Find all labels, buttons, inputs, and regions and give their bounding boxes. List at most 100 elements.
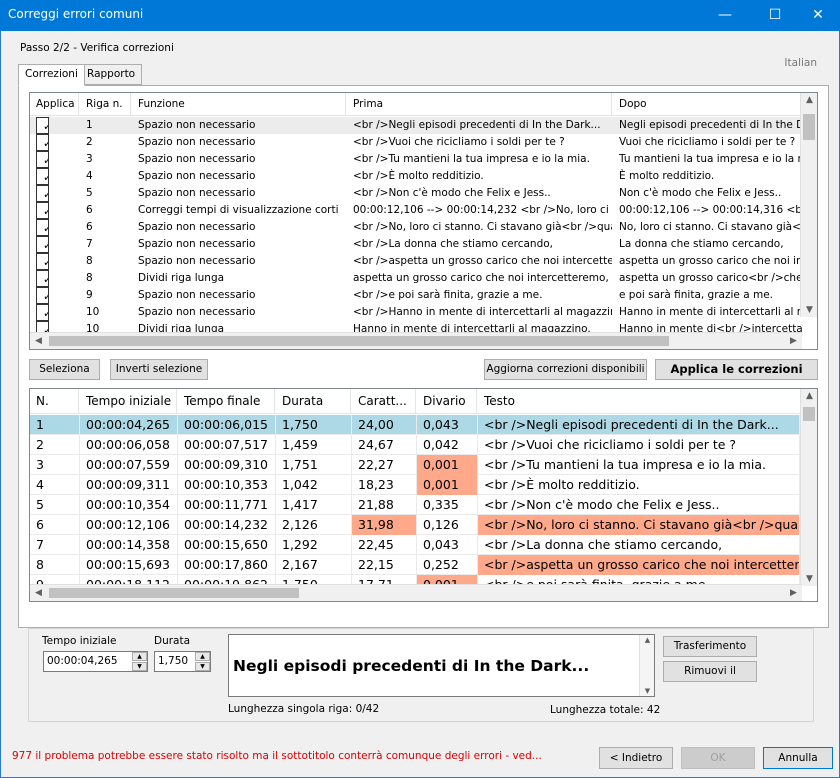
spin-up-icon[interactable]: ▲	[195, 652, 210, 661]
fix-row[interactable]: ✓ 6 Spazio non necessario <br />No, loro ci…	[30, 219, 802, 236]
subtitle-cell-start: 00:00:06,058	[80, 435, 178, 455]
spin-down-icon[interactable]: ▼	[195, 662, 210, 671]
fix-row[interactable]: ✓ 7 Spazio non necessario <br />La donna ch…	[30, 236, 802, 253]
fix-row[interactable]: ✓ 9 Spazio non necessario <br />e poi sarà …	[30, 287, 802, 304]
fix-cell-before: <br />Hanno in mente di intercettarli al…	[353, 306, 612, 318]
col-gap[interactable]: Divario	[417, 389, 477, 414]
col-prima[interactable]: Prima	[347, 93, 612, 116]
fix-cell-after: È molto redditizio.	[619, 170, 715, 182]
fix-cell-line: 5	[86, 187, 93, 199]
apply-checkbox[interactable]: ✓	[36, 151, 49, 168]
apply-fixes-button[interactable]: Applica le correzioni	[655, 359, 818, 380]
scroll-right-icon[interactable]: ▶	[785, 336, 802, 346]
scroll-down-icon[interactable]: ▼	[801, 574, 817, 584]
subtitle-cell-n: 1	[30, 415, 80, 435]
fix-row[interactable]: ✓ 1 Spazio non necessario <br />Negli episo…	[30, 117, 802, 134]
maximize-button[interactable]: ☐	[752, 0, 798, 31]
cancel-button[interactable]: Annulla	[763, 747, 833, 769]
subtitle-row[interactable]: 2 00:00:06,058 00:00:07,517 1,459 24,67 0,042…	[30, 435, 800, 455]
fix-row[interactable]: ✓ 8 Dividi riga lunga aspetta un grosso car…	[30, 270, 802, 287]
subtitle-cell-gap: 0,335	[417, 495, 478, 515]
tab-rapporto[interactable]: Rapporto	[80, 64, 143, 85]
col-riga[interactable]: Riga n.	[80, 93, 131, 116]
fix-row[interactable]: ✓ 4 Spazio non necessario <br />È molto red…	[30, 168, 802, 185]
tab-correzioni[interactable]: Correzioni	[18, 64, 85, 86]
subtitle-cell-start: 00:00:09,311	[80, 475, 178, 495]
subtitle-cell-chars: 22,27	[352, 455, 417, 475]
col-start-time[interactable]: Tempo iniziale	[80, 389, 177, 414]
scroll-up-icon[interactable]: ▲	[801, 95, 817, 105]
duration-input[interactable]: 1,750 ▲ ▼	[154, 651, 211, 672]
scroll-up-icon[interactable]: ▲	[640, 636, 655, 644]
col-number[interactable]: N.	[30, 389, 79, 414]
scroll-right-icon[interactable]: ▶	[785, 588, 802, 598]
apply-checkbox[interactable]: ✓	[36, 236, 49, 253]
spin-up-icon[interactable]: ▲	[132, 652, 147, 661]
fix-row[interactable]: ✓ 2 Spazio non necessario <br />Vuoi che ri…	[30, 134, 802, 151]
subtitle-row[interactable]: 6 00:00:12,106 00:00:14,232 2,126 31,98 0,126…	[30, 515, 800, 535]
subtitle-cell-end: 00:00:06,015	[178, 415, 276, 435]
col-chars[interactable]: Caratt...	[352, 389, 416, 414]
fix-row[interactable]: ✓ 8 Spazio non necessario <br />aspetta un …	[30, 253, 802, 270]
select-button[interactable]: Seleziona	[29, 359, 100, 380]
scroll-left-icon[interactable]: ◀	[30, 588, 47, 598]
subtitle-row[interactable]: 3 00:00:07,559 00:00:09,310 1,751 22,27 0,001…	[30, 455, 800, 475]
remove-button[interactable]: Rimuovi il	[663, 661, 757, 682]
fix-row[interactable]: ✓ 6 Correggi tempi di visualizzazione cort…	[30, 202, 802, 219]
scroll-left-icon[interactable]: ◀	[30, 336, 47, 346]
scroll-thumb[interactable]	[803, 407, 815, 421]
fix-row[interactable]: ✓ 3 Spazio non necessario <br />Tu mantieni…	[30, 151, 802, 168]
transfer-button[interactable]: Trasferimento	[663, 636, 757, 657]
subtitle-text-editor[interactable]: Negli episodi precedenti di In the Dark.…	[228, 634, 655, 697]
col-text[interactable]: Testo	[478, 389, 800, 414]
scroll-down-icon[interactable]: ▼	[801, 305, 817, 315]
col-dopo[interactable]: Dopo	[613, 93, 802, 116]
apply-checkbox[interactable]: ✓	[36, 270, 49, 287]
fix-cell-after: aspetta un grosso carico che noi inter	[619, 255, 802, 267]
invert-selection-button[interactable]: Inverti selezione	[110, 359, 208, 380]
apply-checkbox[interactable]: ✓	[36, 185, 49, 202]
fix-row[interactable]: ✓ 10 Spazio non necessario <br />Hanno in m…	[30, 304, 802, 321]
apply-checkbox[interactable]: ✓	[36, 219, 49, 236]
apply-checkbox[interactable]: ✓	[36, 253, 49, 270]
spin-down-icon[interactable]: ▼	[132, 662, 147, 671]
subtitle-cell-n: 7	[30, 535, 80, 555]
refresh-fixes-button[interactable]: Aggiorna correzioni disponibili	[484, 359, 647, 380]
subtitle-row[interactable]: 5 00:00:10,354 00:00:11,771 1,417 21,88 0,335…	[30, 495, 800, 515]
fixes-vertical-scrollbar[interactable]: ▲ ▼	[800, 93, 817, 317]
subtitle-row[interactable]: 8 00:00:15,693 00:00:17,860 2,167 22,15 0,252…	[30, 555, 800, 575]
close-button[interactable]: ✕	[795, 0, 840, 31]
subtitle-cell-n: 2	[30, 435, 80, 455]
col-applica[interactable]: Applica	[30, 93, 79, 116]
subtitle-horizontal-scrollbar[interactable]: ◀ ▶	[30, 584, 802, 601]
fixes-horizontal-scrollbar[interactable]: ◀ ▶	[30, 332, 802, 349]
subtitle-vertical-scrollbar[interactable]: ▲ ▼	[800, 389, 817, 586]
apply-checkbox[interactable]: ✓	[36, 168, 49, 185]
editor-scrollbar[interactable]: ▲ ▼	[639, 635, 654, 696]
col-end-time[interactable]: Tempo finale	[178, 389, 275, 414]
subtitle-cell-gap: 0,001	[417, 455, 478, 475]
fix-row[interactable]: ✓ 5 Spazio non necessario <br />Non c'è mod…	[30, 185, 802, 202]
subtitle-grid[interactable]: N. Tempo iniziale Tempo finale Durata Ca…	[29, 388, 818, 602]
scroll-thumb-horizontal[interactable]	[49, 588, 299, 598]
apply-checkbox[interactable]: ✓	[36, 117, 49, 134]
subtitle-row[interactable]: 7 00:00:14,358 00:00:15,650 1,292 22,45 0,043…	[30, 535, 800, 555]
apply-checkbox[interactable]: ✓	[36, 287, 49, 304]
subtitle-row[interactable]: 1 00:00:04,265 00:00:06,015 1,750 24,00 0,043…	[30, 415, 800, 435]
apply-checkbox[interactable]: ✓	[36, 134, 49, 151]
subtitle-row[interactable]: 4 00:00:09,311 00:00:10,353 1,042 18,23 0,001…	[30, 475, 800, 495]
ok-button[interactable]: OK	[681, 747, 755, 769]
apply-checkbox[interactable]: ✓	[36, 304, 49, 321]
scroll-down-icon[interactable]: ▼	[640, 687, 655, 695]
scroll-thumb[interactable]	[803, 114, 815, 140]
col-duration[interactable]: Durata	[276, 389, 351, 414]
minimize-button[interactable]: —	[702, 0, 748, 31]
start-time-input[interactable]: 00:00:04,265 ▲ ▼	[43, 651, 148, 672]
col-funzione[interactable]: Funzione	[132, 93, 346, 116]
apply-checkbox[interactable]: ✓	[36, 202, 49, 219]
scroll-up-icon[interactable]: ▲	[801, 391, 817, 401]
back-button[interactable]: < Indietro	[599, 747, 673, 769]
subtitle-cell-chars: 24,67	[352, 435, 417, 455]
scroll-thumb-horizontal[interactable]	[49, 336, 669, 346]
fixes-list[interactable]: Applica Riga n. Funzione Prima Dopo ✓ 1 Sp…	[29, 92, 818, 350]
